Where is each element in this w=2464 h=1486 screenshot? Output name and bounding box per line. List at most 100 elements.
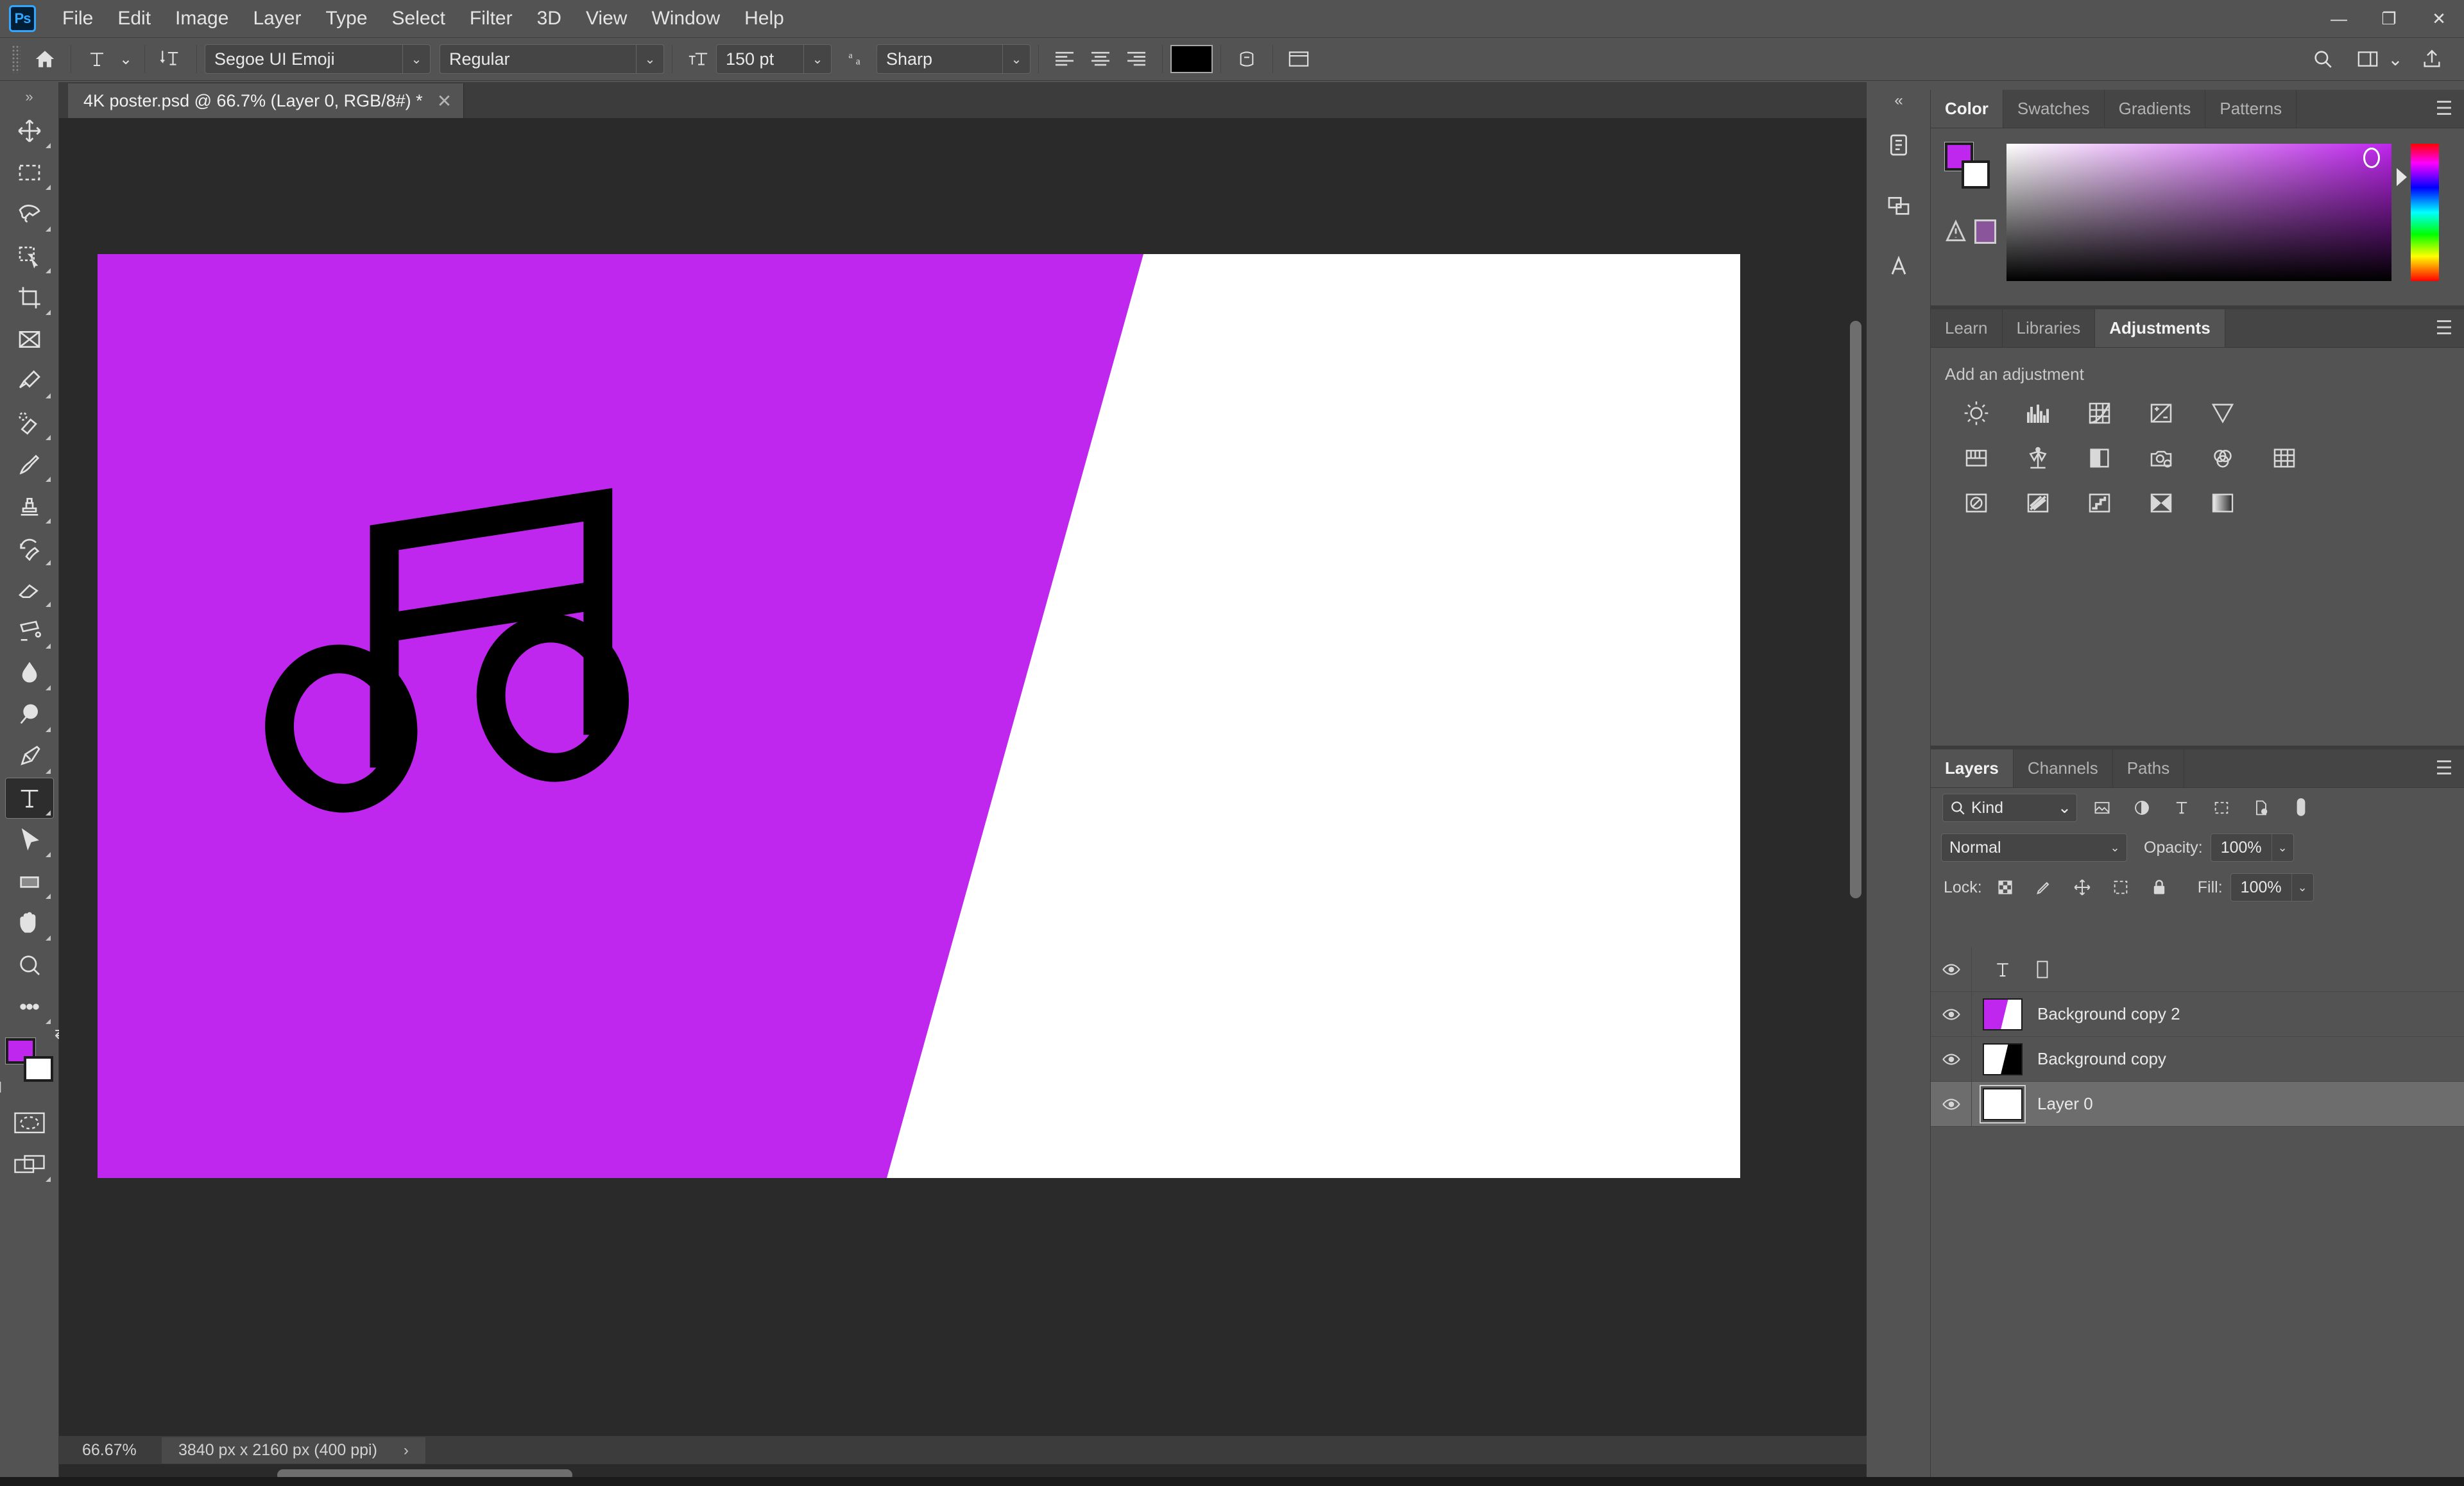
align-center-button[interactable]: [1082, 42, 1118, 76]
pen-tool[interactable]: [5, 736, 54, 777]
chevron-down-icon[interactable]: ⌄: [2058, 798, 2071, 817]
menu-view[interactable]: View: [574, 0, 639, 37]
menu-image[interactable]: Image: [163, 0, 241, 37]
layer-row[interactable]: Background copy 2: [1931, 991, 2464, 1037]
scrollbar-thumb[interactable]: [1850, 321, 1861, 898]
edit-toolbar-tool[interactable]: [5, 986, 54, 1027]
filter-pixel-icon[interactable]: [2087, 794, 2117, 822]
color-lookup-icon[interactable]: [2270, 443, 2299, 473]
default-colors-icon[interactable]: ◫: [0, 1078, 2, 1095]
frame-tool[interactable]: [5, 319, 54, 360]
warp-text-icon[interactable]: [1229, 42, 1265, 76]
layer-name[interactable]: Layer 0: [2033, 1094, 2093, 1114]
hue-slider[interactable]: [2411, 144, 2439, 281]
workspace-icon[interactable]: [2350, 42, 2386, 76]
color-field-marker[interactable]: [2363, 148, 2380, 168]
canvas-vertical-scrollbar[interactable]: [1845, 154, 1867, 1450]
selective-color-icon[interactable]: [2208, 488, 2237, 518]
font-style-select[interactable]: Regular ⌄: [440, 44, 664, 74]
tab-learn[interactable]: Learn: [1931, 309, 2003, 347]
menu-window[interactable]: Window: [639, 0, 732, 37]
zoom-tool[interactable]: [5, 944, 54, 986]
black-white-icon[interactable]: [2085, 443, 2114, 473]
filter-type-icon[interactable]: [2167, 794, 2196, 822]
filter-kind-select[interactable]: Kind ⌄: [1942, 794, 2077, 822]
character-panel-icon[interactable]: [1281, 42, 1317, 76]
zoom-level[interactable]: 66.67%: [59, 1441, 162, 1460]
maximize-button[interactable]: ❐: [2364, 0, 2414, 37]
canvas[interactable]: [98, 254, 1740, 1178]
document-tab[interactable]: 4K poster.psd @ 66.7% (Layer 0, RGB/8#) …: [68, 83, 465, 118]
type-tool-icon[interactable]: [79, 42, 115, 76]
layer-name[interactable]: Background copy: [2033, 1049, 2166, 1069]
brush-tool[interactable]: [5, 444, 54, 485]
tool-preset-caret[interactable]: ⌄: [115, 42, 137, 76]
posterize-icon[interactable]: [2023, 488, 2053, 518]
chevron-down-icon[interactable]: ⌄: [803, 44, 832, 74]
font-size-input[interactable]: 150 pt ⌄: [716, 44, 832, 74]
home-icon[interactable]: [27, 42, 63, 76]
tab-paths[interactable]: Paths: [2112, 749, 2185, 787]
close-icon[interactable]: ✕: [437, 90, 452, 112]
blur-tool[interactable]: [5, 653, 54, 694]
layer-row[interactable]: Layer 0: [1931, 1081, 2464, 1127]
path-selection-tool[interactable]: [5, 819, 54, 860]
menu-layer[interactable]: Layer: [241, 0, 313, 37]
hue-saturation-icon[interactable]: [1962, 443, 1991, 473]
tab-adjustments[interactable]: Adjustments: [2095, 309, 2225, 347]
menu-3d[interactable]: 3D: [525, 0, 574, 37]
history-brush-tool[interactable]: [5, 527, 54, 568]
hue-slider-marker[interactable]: [2397, 168, 2407, 186]
opacity-input[interactable]: 100% ⌄: [2210, 833, 2294, 862]
filter-adjustment-icon[interactable]: [2127, 794, 2157, 822]
crop-tool[interactable]: [5, 277, 54, 318]
panel-menu-icon[interactable]: ☰: [2424, 749, 2464, 787]
gradient-tool[interactable]: [5, 611, 54, 652]
tab-swatches[interactable]: Swatches: [2003, 90, 2105, 128]
history-rail-icon[interactable]: [1872, 118, 1926, 172]
out-of-gamut-warning[interactable]: [1945, 219, 1996, 244]
chevron-down-icon[interactable]: ⌄: [636, 44, 664, 74]
layer-row[interactable]: [1931, 946, 2464, 992]
tab-layers[interactable]: Layers: [1931, 749, 2014, 787]
layer-visibility-toggle[interactable]: [1931, 991, 1972, 1037]
tab-channels[interactable]: Channels: [2013, 749, 2113, 787]
menu-edit[interactable]: Edit: [105, 0, 163, 37]
layer-visibility-toggle[interactable]: [1931, 1081, 1972, 1127]
lasso-tool[interactable]: [5, 194, 54, 235]
layer-name[interactable]: Background copy 2: [2033, 1004, 2180, 1024]
tab-gradients[interactable]: Gradients: [2104, 90, 2206, 128]
tab-color[interactable]: Color: [1931, 90, 2003, 128]
move-tool[interactable]: [5, 110, 54, 151]
text-color-swatch[interactable]: [1170, 45, 1213, 73]
fill-input[interactable]: 100% ⌄: [2230, 873, 2314, 901]
minimize-button[interactable]: —: [2314, 0, 2364, 37]
menu-filter[interactable]: Filter: [458, 0, 525, 37]
lock-all-icon[interactable]: [2144, 873, 2175, 901]
background-color-swatch[interactable]: [23, 1056, 53, 1082]
layer-visibility-toggle[interactable]: [1931, 946, 1972, 992]
object-selection-tool[interactable]: [5, 235, 54, 277]
filter-smart-object-icon[interactable]: [2246, 794, 2276, 822]
anti-alias-select[interactable]: Sharp ⌄: [877, 44, 1031, 74]
chevron-down-icon[interactable]: ⌄: [1002, 44, 1031, 74]
chevron-down-icon[interactable]: ⌄: [402, 44, 431, 74]
threshold-icon[interactable]: [2085, 488, 2114, 518]
channel-mixer-icon[interactable]: [2208, 443, 2237, 473]
collapse-panels-icon[interactable]: «: [1867, 90, 1931, 112]
toolbar-grip[interactable]: »: [20, 89, 39, 105]
chevron-down-icon[interactable]: ⌄: [2271, 834, 2293, 861]
options-bar-grip[interactable]: [12, 45, 21, 73]
levels-icon[interactable]: [2023, 398, 2053, 428]
brightness-contrast-icon[interactable]: [1962, 398, 1991, 428]
menu-type[interactable]: Type: [313, 0, 379, 37]
out-of-gamut-swatch[interactable]: [1974, 219, 1996, 244]
lock-transparent-pixels-icon[interactable]: [1990, 873, 2021, 901]
font-family-select[interactable]: Segoe UI Emoji ⌄: [205, 44, 431, 74]
background-color-swatch[interactable]: [1962, 160, 1990, 189]
spot-healing-brush-tool[interactable]: [5, 402, 54, 443]
rectangle-tool[interactable]: [5, 861, 54, 902]
filter-shape-icon[interactable]: [2207, 794, 2236, 822]
layer-row[interactable]: Background copy: [1931, 1036, 2464, 1082]
status-expand-arrow[interactable]: ›: [404, 1442, 409, 1459]
